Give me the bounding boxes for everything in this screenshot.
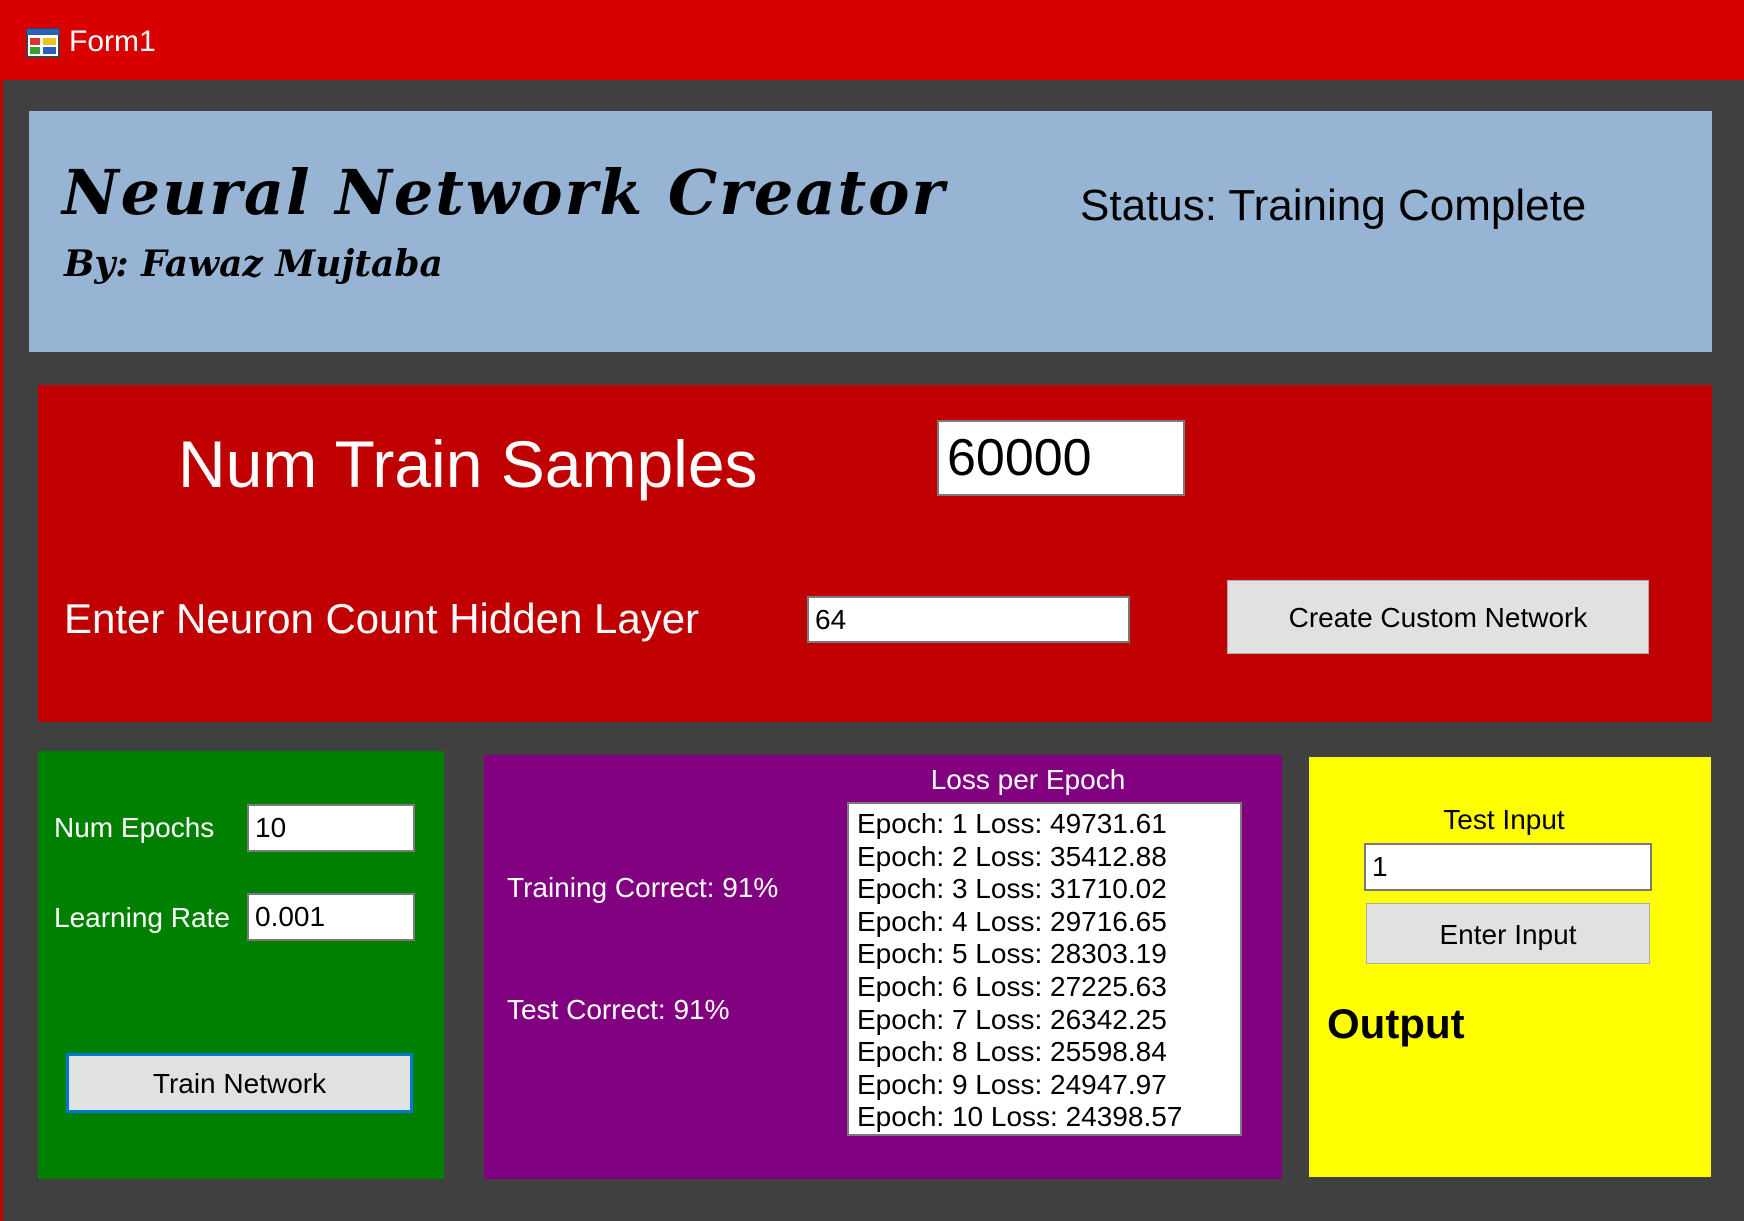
loss-list-box[interactable]: Epoch: 1 Loss: 49731.61 Epoch: 2 Loss: 3… — [847, 802, 1242, 1136]
list-item[interactable]: Epoch: 7 Loss: 26342.25 — [857, 1004, 1232, 1037]
train-network-button[interactable]: Train Network — [66, 1053, 413, 1113]
output-label: Output — [1327, 1000, 1465, 1047]
app-window-icon[interactable] — [26, 28, 60, 58]
enter-input-button[interactable]: Enter Input — [1366, 903, 1650, 964]
num-train-samples-label: Num Train Samples — [178, 427, 758, 501]
list-item[interactable]: Epoch: 10 Loss: 24398.57 — [857, 1101, 1232, 1134]
test-input-label: Test Input — [1443, 804, 1565, 835]
list-item[interactable]: Epoch: 4 Loss: 29716.65 — [857, 906, 1232, 939]
training-correct-label: Training Correct: 91% — [507, 872, 779, 903]
num-train-samples-input[interactable] — [937, 420, 1185, 496]
neuron-count-input[interactable] — [807, 596, 1130, 643]
list-item[interactable]: Epoch: 6 Loss: 27225.63 — [857, 971, 1232, 1004]
learning-rate-label: Learning Rate — [54, 902, 230, 933]
create-custom-network-button[interactable]: Create Custom Network — [1227, 580, 1649, 654]
test-input-field[interactable] — [1364, 843, 1652, 891]
list-item[interactable]: Epoch: 9 Loss: 24947.97 — [857, 1069, 1232, 1102]
list-item[interactable]: Epoch: 5 Loss: 28303.19 — [857, 938, 1232, 971]
list-item[interactable]: Epoch: 3 Loss: 31710.02 — [857, 873, 1232, 906]
list-item[interactable]: Epoch: 8 Loss: 25598.84 — [857, 1036, 1232, 1069]
author-label: By: Fawaz Mujtaba — [64, 243, 443, 285]
app-heading: Neural Network Creator — [62, 156, 947, 229]
num-epochs-label: Num Epochs — [54, 812, 215, 843]
list-item[interactable]: Epoch: 2 Loss: 35412.88 — [857, 841, 1232, 874]
title-bar — [0, 0, 1744, 80]
num-epochs-input[interactable] — [247, 804, 415, 852]
window-border — [0, 80, 3, 1221]
status-label: Status: Training Complete — [1080, 181, 1587, 230]
list-item[interactable]: Epoch: 1 Loss: 49731.61 — [857, 808, 1232, 841]
neuron-count-label: Enter Neuron Count Hidden Layer — [64, 595, 700, 642]
learning-rate-input[interactable] — [247, 893, 415, 941]
test-correct-label: Test Correct: 91% — [507, 994, 730, 1025]
window-title: Form1 — [69, 25, 156, 58]
loss-per-epoch-label: Loss per Epoch — [930, 764, 1126, 795]
